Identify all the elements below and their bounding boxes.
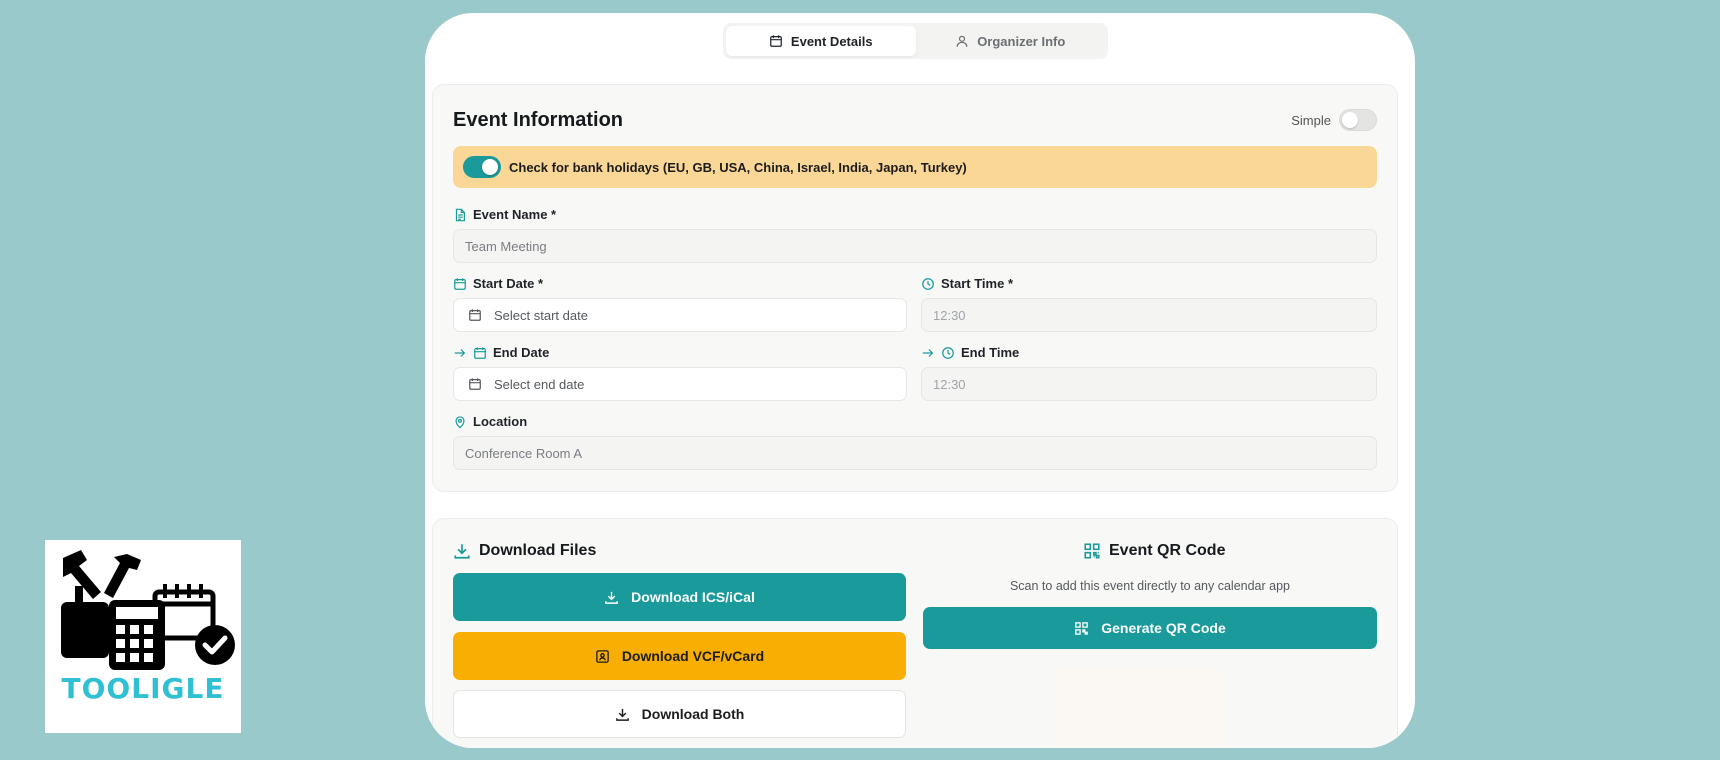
user-icon [956,35,968,47]
heading-text: Download Files [479,542,597,559]
qr-code-icon [1084,543,1100,559]
download-vcf-button[interactable]: Download VCF/vCard [453,632,906,680]
label-text: End Date [493,345,550,360]
event-name-label: Event Name * [453,207,556,222]
location-input[interactable]: Conference Room A [453,436,1377,470]
download-ics-button[interactable]: Download ICS/iCal [453,573,906,621]
label-text: Location [473,414,528,429]
simple-label: Simple [1291,112,1331,128]
tooligle-logo: TOOLIGLE [45,540,241,733]
calendar-icon [454,277,466,290]
calendar-icon [469,309,481,321]
placeholder: Team Meeting [465,238,547,254]
label-text: Event Name * [473,207,557,222]
download-card: Download Files Download ICS/iCal Downloa… [432,518,1398,748]
download-files-heading: Download Files [453,542,596,560]
start-time-label: Start Time * [921,276,1013,291]
label-text: End Time [961,345,1020,360]
end-date-label: End Date [453,345,549,360]
document-icon [455,208,465,221]
tools-calculator-icon [61,550,235,670]
location-label: Location [453,414,527,429]
calendar-icon [469,378,481,390]
bank-holiday-banner: Check for bank holidays (EU, GB, USA, Ch… [453,146,1377,188]
app-frame: Event Details Organizer Info Event Infor… [425,13,1415,748]
arrow-right-icon [922,348,934,357]
label-text: Start Time * [941,276,1014,291]
download-both-button[interactable]: Download Both [453,690,906,738]
logo-text: TOOLIGLE [61,672,225,705]
placeholder: 12:30 [933,376,966,392]
tab-label: Event Details [790,33,873,49]
button-label: Download ICS/iCal [631,589,755,605]
clock-icon [922,277,934,290]
start-date-label: Start Date * [453,276,543,291]
contact-card-icon [596,649,609,663]
tab-organizer-info[interactable]: Organizer Info [916,26,1106,56]
bank-holiday-toggle[interactable] [463,156,501,178]
button-label: Generate QR Code [1101,620,1226,636]
end-time-input[interactable]: 12:30 [921,367,1377,401]
qr-code-heading: Event QR Code [1083,542,1225,560]
tab-label: Organizer Info [977,33,1066,49]
calendar-icon [770,35,782,47]
arrow-right-icon [454,348,466,357]
button-label: Download Both [641,706,745,722]
download-icon [615,708,629,721]
download-icon [454,544,470,559]
label-text: Start Date * [473,276,544,291]
card-title: Event Information [453,109,624,131]
qr-description: Scan to add this event directly to any c… [1009,579,1291,593]
qr-placeholder [1053,667,1223,748]
clock-icon [942,346,954,359]
calendar-icon [474,346,486,359]
qr-code-icon [1075,621,1089,635]
map-pin-icon [455,415,465,429]
generate-qr-button[interactable]: Generate QR Code [923,607,1377,649]
placeholder: Select end date [494,376,585,392]
tab-event-details[interactable]: Event Details [726,26,916,56]
start-time-input[interactable]: 12:30 [921,298,1377,332]
bank-holiday-label: Check for bank holidays (EU, GB, USA, Ch… [509,159,967,175]
end-date-input[interactable]: Select end date [453,367,907,401]
heading-text: Event QR Code [1109,542,1226,559]
simple-toggle[interactable] [1339,109,1377,131]
simple-mode: Simple [1291,109,1377,131]
placeholder: Select start date [494,307,588,323]
button-label: Download VCF/vCard [621,648,765,664]
event-name-input[interactable]: Team Meeting [453,229,1377,263]
tab-bar: Event Details Organizer Info [723,23,1108,59]
download-icon [605,591,618,604]
end-time-label: End Time [921,345,1019,360]
placeholder: Conference Room A [465,445,583,461]
event-information-card: Event Information Simple Check for bank … [432,84,1398,492]
start-date-input[interactable]: Select start date [453,298,907,332]
placeholder: 12:30 [933,307,966,323]
